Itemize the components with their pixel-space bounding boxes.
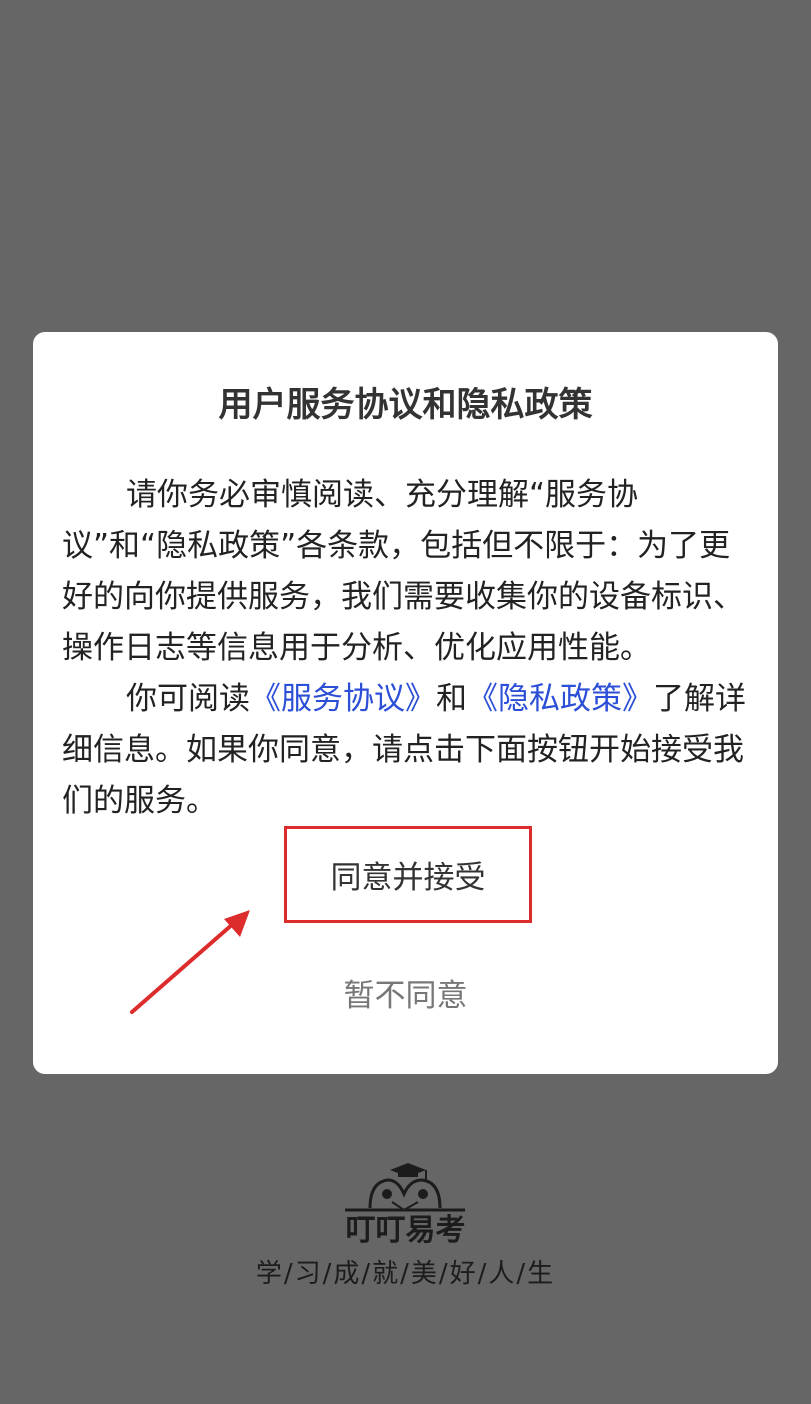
accept-button[interactable]: 同意并接受 [284,826,532,923]
decline-button[interactable]: 暂不同意 [0,970,811,1015]
links-prefix: 你可阅读 [126,681,250,717]
privacy-policy-link[interactable]: 《隐私政策》 [467,681,653,717]
agreement-paragraph: 请你务必审慎阅读、充分理解“服务协议”和“隐私政策”各条款，包括但不限于：为了更… [62,477,744,666]
links-and: 和 [436,681,467,717]
service-agreement-link[interactable]: 《服务协议》 [250,681,436,717]
brand-slogan: 学/习/成/就/美/好/人/生 [255,1259,556,1289]
dialog-title: 用户服务协议和隐私政策 [218,385,593,425]
links-paragraph: 你可阅读《服务协议》和《隐私政策》了解详细信息。如果你同意，请点击下面按钮开始接… [62,674,752,827]
dialog-body: 请你务必审慎阅读、充分理解“服务协议”和“隐私政策”各条款，包括但不限于：为了更… [62,470,752,827]
brand-name: 叮叮易考 [345,1213,466,1248]
accept-button-label: 同意并接受 [330,860,486,896]
screen-overlay: 用户服务协议和隐私政策 请你务必审慎阅读、充分理解“服务协议”和“隐私政策”各条… [0,0,811,1404]
